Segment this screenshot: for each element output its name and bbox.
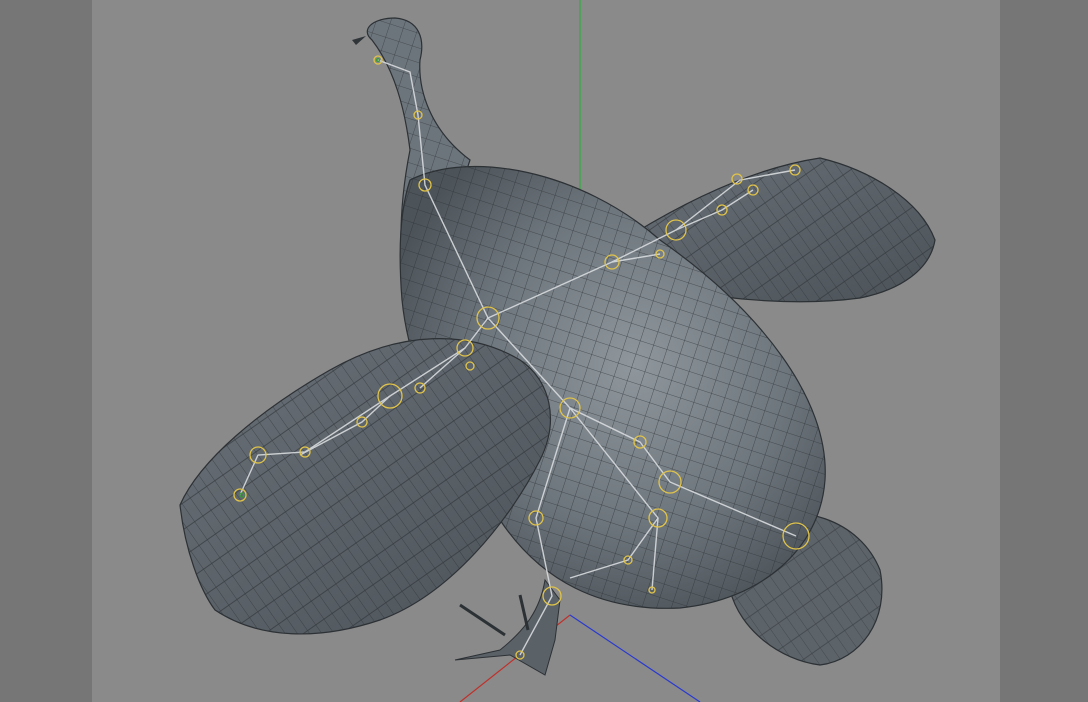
viewport-scene[interactable] (0, 0, 1088, 702)
bird-mesh-icon[interactable] (179, 17, 936, 676)
